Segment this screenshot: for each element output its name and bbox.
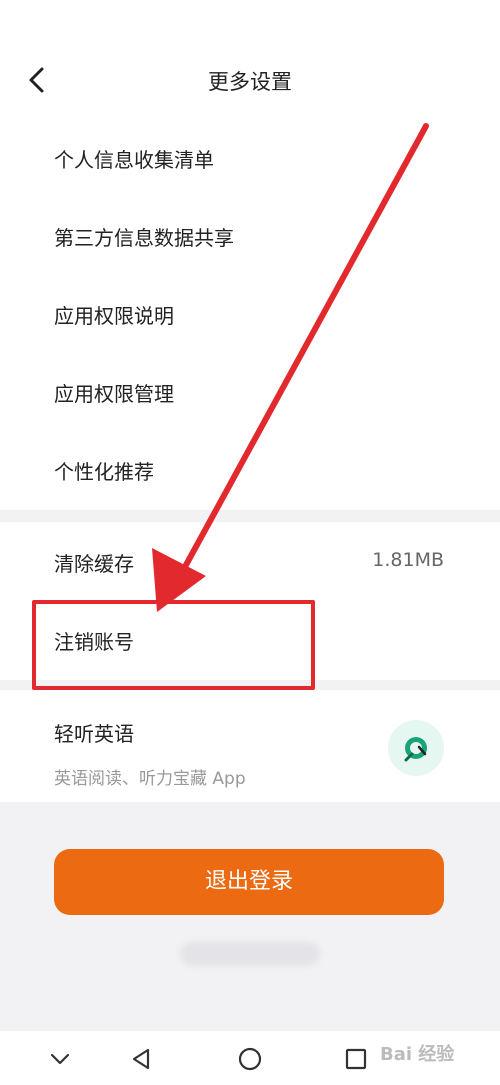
app-logo-icon (388, 720, 444, 776)
settings-item-personal-info-list[interactable]: 个人信息收集清单 (0, 120, 500, 198)
back-triangle-icon[interactable] (126, 1043, 158, 1075)
logout-button[interactable]: 退出登录 (54, 849, 444, 915)
blurred-text (180, 942, 320, 966)
watermark-text: Bai 经验 (380, 1044, 455, 1065)
settings-item-third-party-sharing[interactable]: 第三方信息数据共享 (0, 198, 500, 276)
settings-item-label: 第三方信息数据共享 (54, 226, 234, 250)
promo-subtitle: 英语阅读、听力宝藏 App (54, 769, 246, 789)
promo-card[interactable]: 轻听英语 英语阅读、听力宝藏 App (0, 690, 500, 802)
settings-item-clear-cache[interactable]: 清除缓存 1.81MB (0, 524, 500, 602)
cache-size-value: 1.81MB (372, 549, 444, 571)
settings-item-label: 个人信息收集清单 (54, 148, 214, 172)
settings-item-label: 应用权限说明 (54, 304, 174, 328)
promo-title: 轻听英语 (54, 722, 134, 746)
settings-item-label: 个性化推荐 (54, 460, 154, 484)
settings-group-privacy: 个人信息收集清单 第三方信息数据共享 应用权限说明 应用权限管理 个性化推荐 (0, 120, 500, 510)
system-nav-bar: Bai 经验 (0, 1031, 500, 1085)
page-title: 更多设置 (208, 70, 292, 94)
annotation-highlight-box (32, 600, 315, 690)
settings-item-personalized-recommendation[interactable]: 个性化推荐 (0, 432, 500, 510)
header-bar: 更多设置 (0, 0, 500, 120)
home-circle-icon[interactable] (234, 1043, 266, 1075)
recents-square-icon[interactable] (340, 1043, 372, 1075)
settings-item-permission-description[interactable]: 应用权限说明 (0, 276, 500, 354)
clear-cache-label: 清除缓存 (54, 552, 134, 576)
chevron-down-icon[interactable] (44, 1043, 76, 1075)
settings-item-label: 应用权限管理 (54, 382, 174, 406)
settings-item-permission-management[interactable]: 应用权限管理 (0, 354, 500, 432)
